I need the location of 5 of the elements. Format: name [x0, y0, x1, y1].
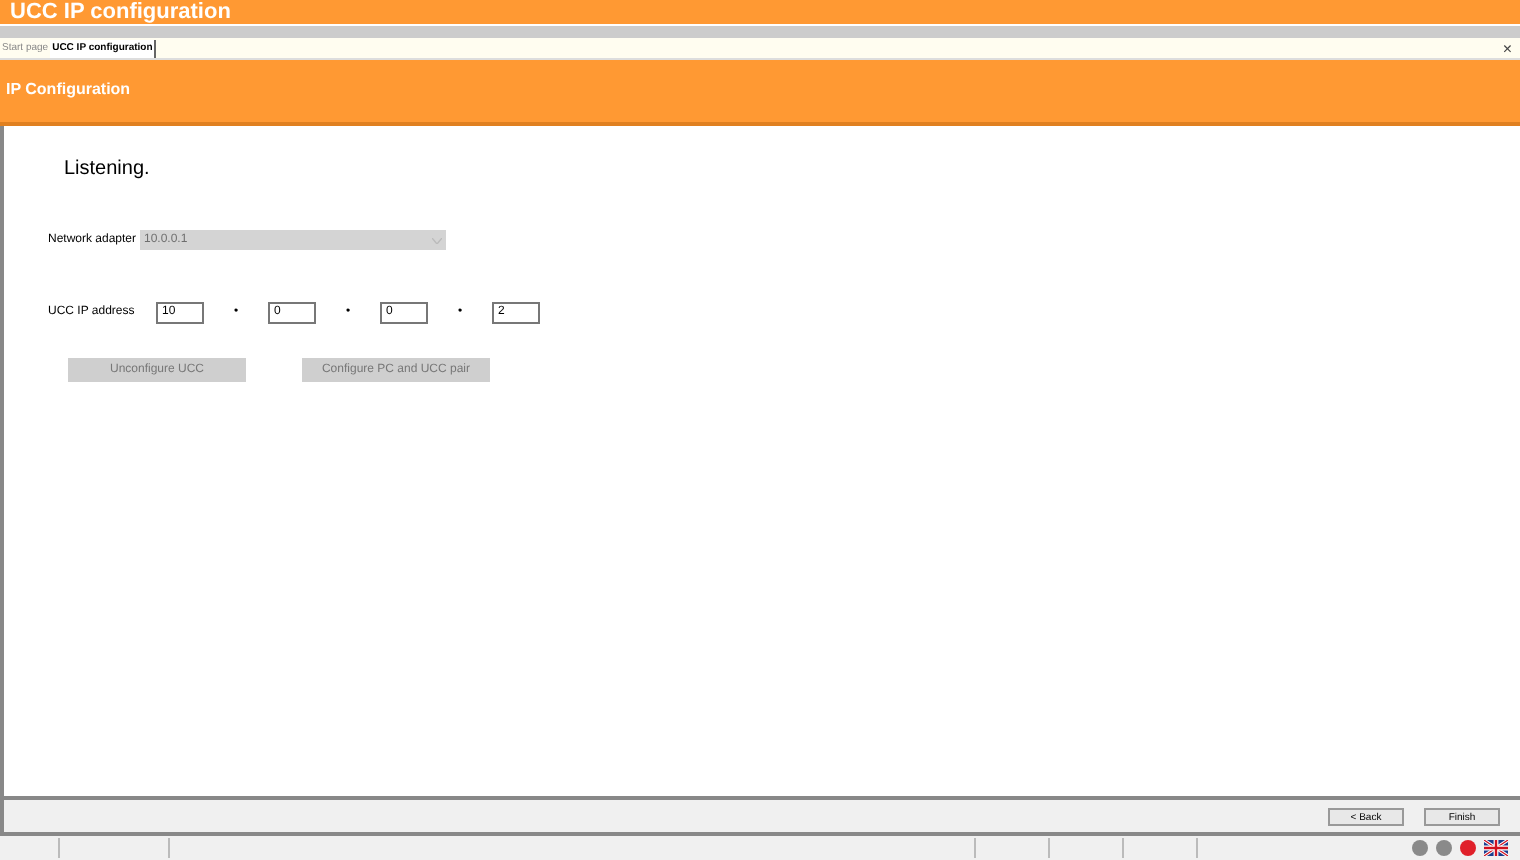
page-header-title: IP Configuration — [6, 80, 131, 98]
status-message: Listening. — [64, 156, 152, 184]
close-tab-button[interactable]: × — [1502, 40, 1520, 58]
flag-icon[interactable] — [1484, 840, 1508, 856]
window-title: UCC IP configuration — [10, 1, 231, 23]
